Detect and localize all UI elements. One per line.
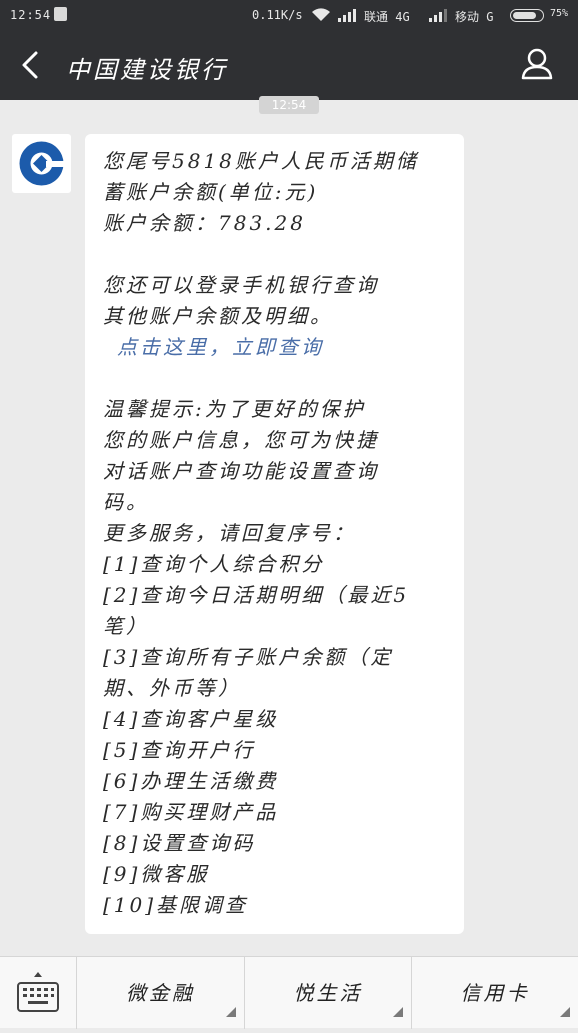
menu-item-finance[interactable]: 微金融: [76, 957, 244, 1029]
line-spacer: [103, 363, 454, 394]
message-line: [1]查询个人综合积分: [103, 552, 325, 576]
message-line: [2]查询今日活期明细（最近5: [103, 583, 410, 607]
submenu-indicator-icon: [393, 1007, 403, 1017]
carrier-2: 移动 G: [455, 10, 494, 24]
avatar[interactable]: [12, 134, 71, 193]
message-line: 温馨提示:为了更好的保护: [103, 397, 366, 421]
menu-item-label: 悦生活: [293, 981, 363, 1005]
message-line: 码。: [103, 490, 149, 514]
keyboard-toggle-button[interactable]: [0, 957, 76, 1029]
back-button[interactable]: [8, 45, 52, 85]
signal-icon: [338, 9, 356, 22]
message-line: 您还可以登录手机银行查询: [103, 273, 379, 297]
message-line: [6]办理生活缴费: [103, 769, 279, 793]
title-bar: 中国建设银行: [0, 30, 578, 100]
battery-icon: [510, 9, 544, 22]
submenu-indicator-icon: [560, 1007, 570, 1017]
message-line: 其他账户余额及明细。: [103, 304, 333, 328]
ccb-logo: [19, 141, 67, 186]
message-line: 账户余额：783.28: [103, 211, 306, 235]
menu-item-life[interactable]: 悦生活: [244, 957, 411, 1029]
message-line: [4]查询客户星级: [103, 707, 279, 731]
battery-percent: 75%: [550, 8, 569, 19]
carrier-1: 联通 4G: [364, 10, 410, 24]
message-timestamp: 12:54: [259, 96, 319, 114]
message-line: 您尾号5818账户人民币活期储: [103, 149, 419, 173]
message-line: [10]基限调查: [103, 893, 249, 917]
message-line: [8]设置查询码: [103, 831, 256, 855]
bottom-menu: 微金融 悦生活 信用卡: [0, 956, 578, 1029]
menu-item-label: 信用卡: [460, 981, 530, 1005]
submenu-indicator-icon: [226, 1007, 236, 1017]
menu-item-label: 微金融: [126, 981, 195, 1005]
wifi-icon: [312, 8, 330, 21]
message-line: 您的账户信息，您可为快捷: [103, 428, 379, 452]
person-icon: [521, 48, 553, 80]
chevron-left-icon: [22, 51, 38, 79]
message-line: 对话账户查询功能设置查询: [103, 459, 379, 483]
profile-button[interactable]: [514, 44, 560, 86]
query-link[interactable]: 点击这里，立即查询: [103, 332, 454, 363]
notification-icon: [54, 7, 67, 21]
network-speed: 0.11K/s: [252, 8, 303, 22]
message-line: 更多服务，请回复序号：: [103, 521, 356, 545]
signal-icon: [429, 9, 447, 22]
message-line: [3]查询所有子账户余额（定: [103, 645, 394, 669]
keyboard-icon: [17, 972, 59, 1012]
status-time: 12:54: [10, 8, 52, 22]
message-line: [7]购买理财产品: [103, 800, 279, 824]
message-line: 期、外币等）: [103, 676, 241, 700]
message-line: [9]微客服: [103, 862, 210, 886]
battery-fill: [513, 12, 536, 19]
status-bar: 12:54 0.11K/s 联通 4G 移动 G 75%: [0, 0, 578, 30]
message-line: 笔）: [103, 614, 149, 638]
message-bubble: 您尾号5818账户人民币活期储 蓄账户余额(单位:元) 账户余额：783.28 您还…: [85, 134, 464, 934]
line-spacer: [103, 239, 454, 270]
message-line: 蓄账户余额(单位:元): [103, 180, 319, 204]
message-line: [5]查询开户行: [103, 738, 256, 762]
menu-item-credit-card[interactable]: 信用卡: [411, 957, 578, 1029]
page-title: 中国建设银行: [66, 56, 228, 84]
